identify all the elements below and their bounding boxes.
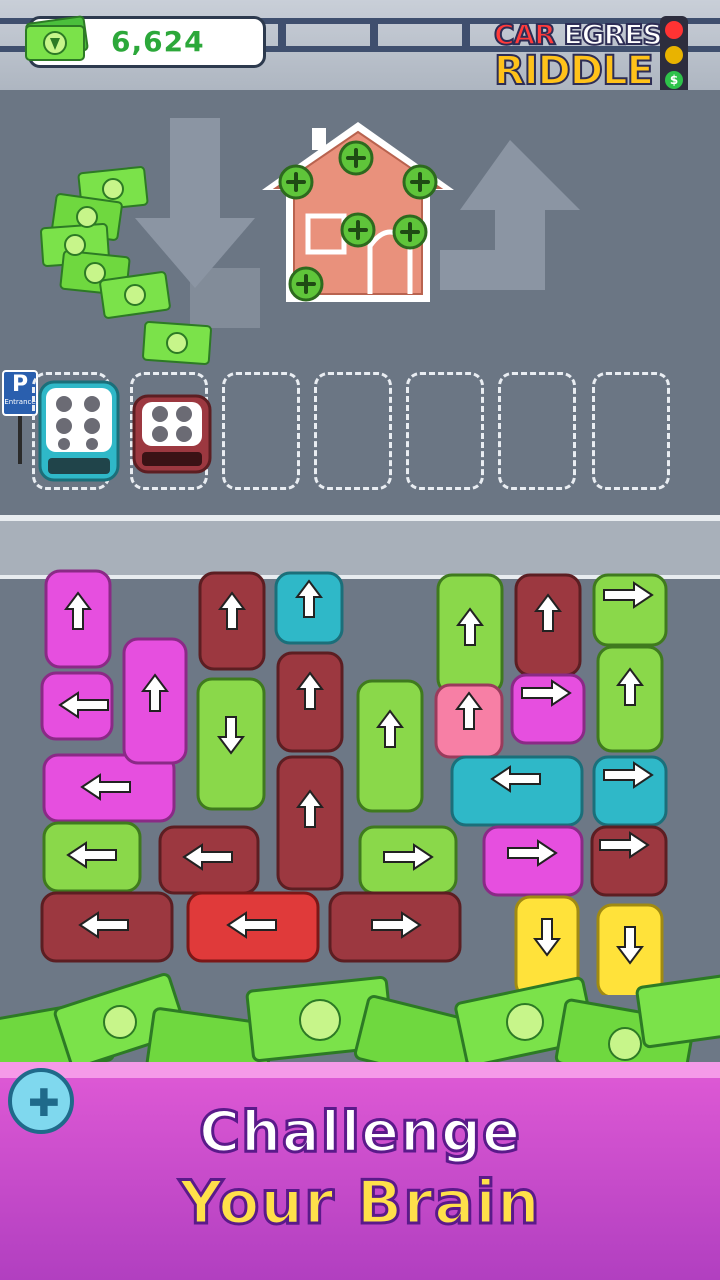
headline-line-2: Your Brain bbox=[178, 1167, 541, 1240]
cash-stack-icon bbox=[25, 15, 89, 61]
vehicle-pink-car-up[interactable] bbox=[434, 683, 504, 759]
house-screws bbox=[278, 140, 438, 302]
vehicle-maroon-bus-left-2[interactable] bbox=[158, 825, 260, 895]
vehicle-green-car-right[interactable] bbox=[592, 573, 668, 647]
vehicle-cyan-car-up[interactable] bbox=[274, 571, 344, 645]
vehicle-magenta-car-right[interactable] bbox=[510, 673, 586, 745]
parked-car-cyan[interactable] bbox=[34, 378, 124, 486]
logo-word-riddle: RIDDLE bbox=[493, 47, 655, 95]
rail-post bbox=[462, 18, 470, 52]
vehicle-green-bus-up[interactable] bbox=[356, 679, 424, 813]
vehicle-maroon-bus-up-4[interactable] bbox=[514, 573, 582, 677]
headline-line-1: Challenge bbox=[197, 1099, 522, 1167]
rail-post bbox=[370, 18, 378, 52]
vehicle-green-bus-right[interactable] bbox=[358, 825, 458, 895]
parking-slot-6[interactable] bbox=[498, 372, 576, 490]
dollar-light: $ bbox=[665, 71, 683, 89]
banner-edge bbox=[0, 1062, 720, 1078]
vehicle-maroon-car-right[interactable] bbox=[590, 825, 668, 897]
parking-slot-5[interactable] bbox=[406, 372, 484, 490]
vehicle-maroon-bus-left[interactable] bbox=[40, 891, 174, 963]
parking-slot-7[interactable] bbox=[592, 372, 670, 490]
vehicle-magenta-bus-up-2[interactable] bbox=[122, 637, 188, 765]
vehicle-maroon-bus-up-3[interactable] bbox=[276, 755, 344, 891]
vehicle-maroon-bus-up[interactable] bbox=[198, 571, 266, 671]
rail-post bbox=[278, 18, 286, 52]
vehicle-maroon-bus-right[interactable] bbox=[328, 891, 462, 963]
vehicle-magenta-car-left[interactable] bbox=[40, 671, 114, 741]
vehicle-magenta-bus-up[interactable] bbox=[44, 569, 112, 669]
vehicle-red-bus-left[interactable] bbox=[186, 891, 320, 963]
vehicle-maroon-bus-up-2[interactable] bbox=[276, 651, 344, 753]
vehicle-cyan-car-right[interactable] bbox=[592, 755, 668, 827]
vehicle-green-bus-up-2[interactable] bbox=[436, 573, 504, 695]
vehicle-green-bus-up-3[interactable] bbox=[596, 645, 664, 753]
vehicle-green-bus-left[interactable] bbox=[42, 821, 142, 893]
game-logo: CAR EGRESS RIDDLE $ bbox=[488, 14, 700, 98]
traffic-light-icon: $ bbox=[660, 16, 688, 96]
vehicle-green-bus-down[interactable] bbox=[196, 677, 266, 811]
vehicle-cyan-bus-left[interactable] bbox=[450, 755, 584, 827]
parking-slot-3[interactable] bbox=[222, 372, 300, 490]
vehicle-board bbox=[40, 569, 668, 995]
logo-word-car: CAR bbox=[493, 17, 557, 52]
parked-car-maroon[interactable] bbox=[130, 392, 214, 476]
coin-balance-value: 6,624 bbox=[111, 25, 205, 58]
cash-pile-icon bbox=[40, 166, 212, 365]
vehicle-magenta-bus-left[interactable] bbox=[42, 753, 176, 823]
up-arrow-marking bbox=[440, 140, 580, 290]
vehicle-magenta-bus-right[interactable] bbox=[482, 825, 584, 897]
sign-pole bbox=[18, 416, 22, 464]
parking-slot-4[interactable] bbox=[314, 372, 392, 490]
